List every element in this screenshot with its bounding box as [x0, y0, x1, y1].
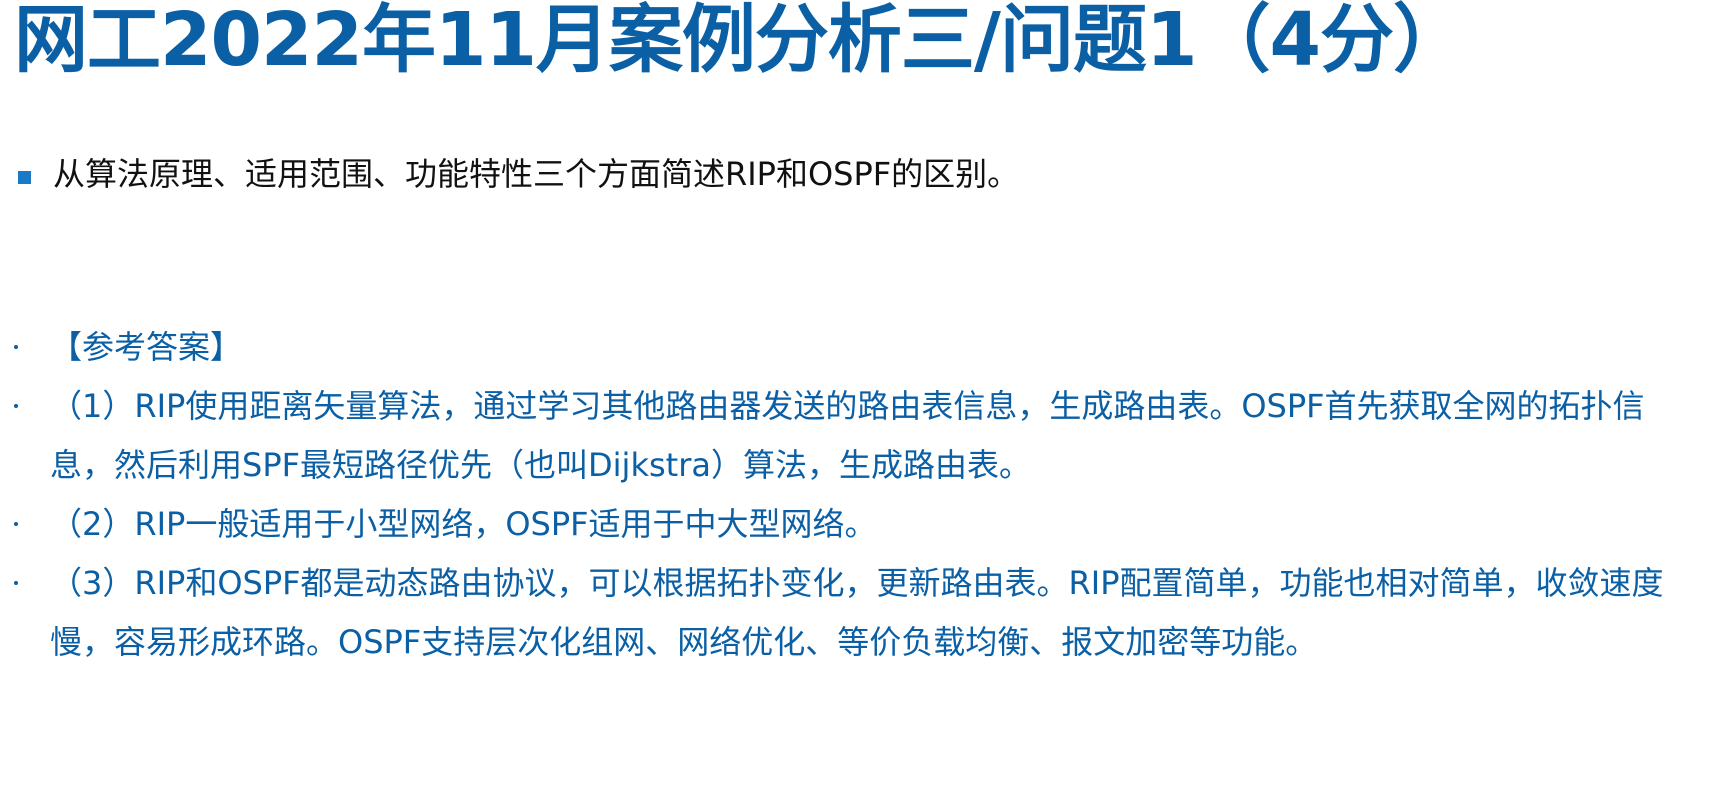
answer-item-text: （3）RIP和OSPF都是动态路由协议，可以根据拓扑变化，更新路由表。RIP配置…	[50, 564, 1664, 661]
slide-title: 网工2022年11月案例分析三/问题1（4分）	[14, 0, 1467, 83]
answer-heading-text: 【参考答案】	[50, 328, 243, 366]
answer-item-1: （1）RIP使用距离矢量算法，通过学习其他路由器发送的路由表信息，生成路由表。O…	[14, 377, 1704, 495]
answer-item-2: （2）RIP一般适用于小型网络，OSPF适用于中大型网络。	[14, 495, 1704, 554]
square-bullet-icon	[18, 170, 31, 184]
answer-list: 【参考答案】 （1）RIP使用距离矢量算法，通过学习其他路由器发送的路由表信息，…	[14, 318, 1704, 672]
dot-bullet-icon	[14, 345, 18, 349]
question: 从算法原理、适用范围、功能特性三个方面简述RIP和OSPF的区别。	[18, 152, 1019, 196]
question-text: 从算法原理、适用范围、功能特性三个方面简述RIP和OSPF的区别。	[53, 155, 1020, 193]
answer-item-3: （3）RIP和OSPF都是动态路由协议，可以根据拓扑变化，更新路由表。RIP配置…	[14, 554, 1704, 672]
answer-item-text: （2）RIP一般适用于小型网络，OSPF适用于中大型网络。	[50, 505, 877, 543]
dot-bullet-icon	[14, 404, 18, 408]
answer-heading: 【参考答案】	[14, 318, 1704, 377]
dot-bullet-icon	[14, 581, 18, 585]
dot-bullet-icon	[14, 522, 18, 526]
answer-item-text: （1）RIP使用距离矢量算法，通过学习其他路由器发送的路由表信息，生成路由表。O…	[50, 387, 1645, 484]
slide: 网工2022年11月案例分析三/问题1（4分） 从算法原理、适用范围、功能特性三…	[0, 0, 1711, 789]
